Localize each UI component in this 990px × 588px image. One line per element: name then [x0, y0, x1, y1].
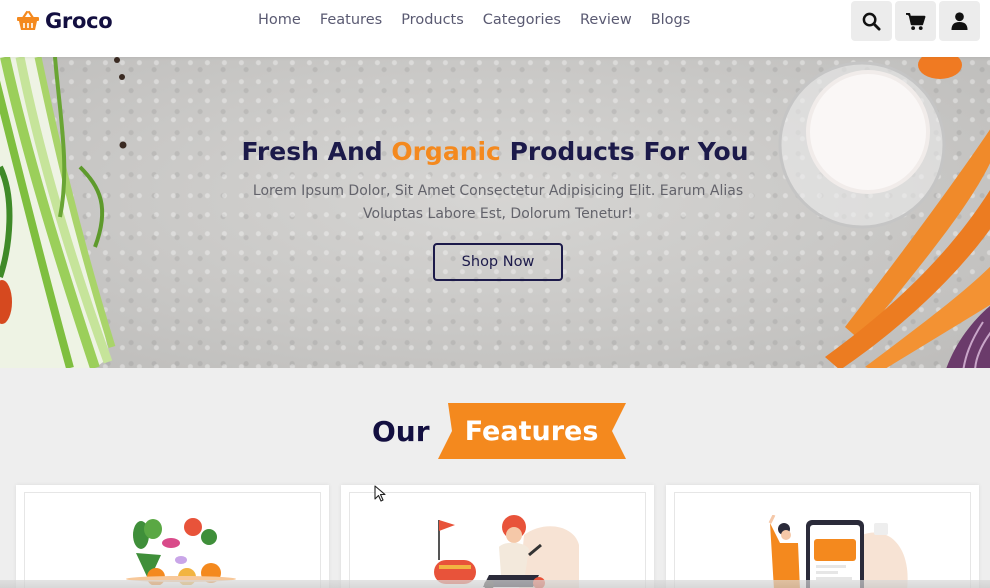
- video-progress-strip: [0, 580, 990, 588]
- brand-name: Groco: [45, 9, 113, 33]
- feature-card: [16, 485, 329, 588]
- hero-title-accent: Organic: [391, 137, 501, 166]
- feature-card: [666, 485, 979, 588]
- main-nav: Home Features Products Categories Review…: [258, 12, 709, 28]
- nav-review[interactable]: Review: [580, 12, 632, 28]
- features-heading-our: Our: [372, 414, 430, 448]
- cart-button[interactable]: [895, 1, 936, 41]
- nav-features[interactable]: Features: [320, 12, 382, 28]
- hero-title-end: Products For You: [500, 137, 749, 166]
- mobile-payment-illustration: [768, 515, 908, 588]
- logo[interactable]: Groco: [16, 9, 113, 33]
- vegetables-illustration: [126, 518, 236, 585]
- features-heading-highlight: Features: [464, 415, 599, 447]
- nav-products[interactable]: Products: [401, 12, 464, 28]
- hero-title: Fresh And Organic Products For You: [0, 137, 990, 166]
- features-heading: Our Features: [372, 403, 626, 459]
- feature-card: [341, 485, 654, 588]
- account-button[interactable]: [939, 1, 980, 41]
- user-icon: [951, 12, 968, 30]
- nav-home[interactable]: Home: [258, 12, 301, 28]
- mouse-cursor-icon: [374, 485, 386, 502]
- nav-categories[interactable]: Categories: [483, 12, 561, 28]
- search-button[interactable]: [851, 1, 892, 41]
- shop-now-button[interactable]: Shop Now: [433, 243, 563, 281]
- site-header: Groco Home Features Products Categories …: [0, 0, 990, 57]
- features-ribbon: Features: [437, 403, 626, 459]
- delivery-illustration: [434, 515, 579, 588]
- basket-icon: [17, 10, 39, 30]
- hero-subtitle: Lorem Ipsum Dolor, Sit Amet Consectetur …: [252, 183, 744, 222]
- hero-banner: Fresh And Organic Products For You Lorem…: [0, 57, 990, 368]
- cart-icon: [906, 12, 926, 30]
- hero-title-start: Fresh And: [241, 137, 392, 166]
- search-icon: [862, 12, 881, 31]
- nav-blogs[interactable]: Blogs: [651, 12, 691, 28]
- spring-onion-image: [0, 57, 116, 368]
